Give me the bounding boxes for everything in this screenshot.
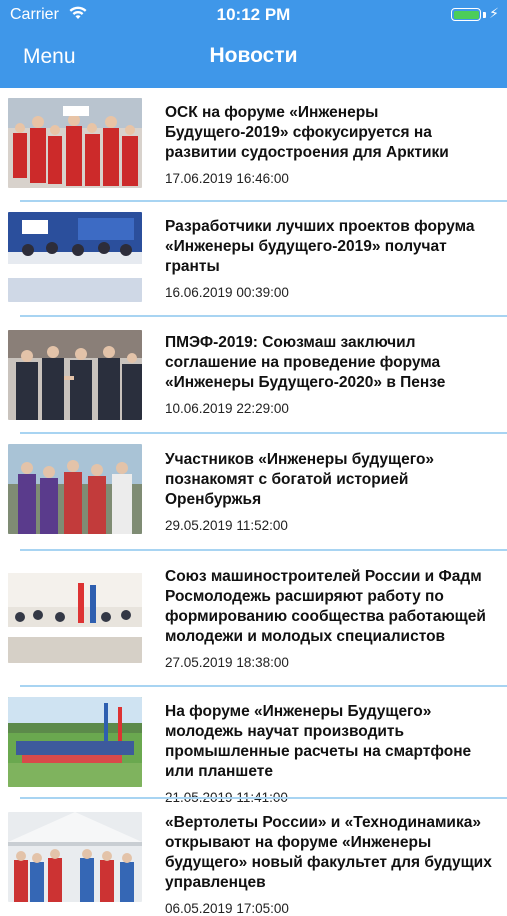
news-title: «Вертолеты России» и «Технодинамика» отк… (165, 814, 492, 891)
navigation-bar: Menu Новости (0, 32, 507, 88)
news-item[interactable]: Разработчики лучших проектов форума «Инж… (0, 202, 507, 317)
news-item[interactable]: Союз машиностроителей России и Фадм Росм… (0, 551, 507, 687)
news-item[interactable]: На форуме «Инженеры Будущего» молодежь н… (0, 687, 507, 805)
news-item[interactable]: «Вертолеты России» и «Технодинамика» отк… (0, 800, 507, 916)
news-date: 29.05.2019 11:52:00 (165, 518, 288, 533)
battery-icon (451, 8, 481, 21)
page-title: Новости (209, 44, 298, 67)
news-title: Участников «Инженеры будущего» познакомя… (165, 451, 435, 508)
news-item[interactable]: ПМЭФ-2019: Союзмаш заключил соглашение н… (0, 317, 507, 434)
news-date: 27.05.2019 18:38:00 (165, 655, 289, 670)
news-date: 06.05.2019 17:05:00 (165, 901, 289, 916)
charging-bolt-icon: ⚡ (489, 5, 499, 21)
news-thumbnail (8, 812, 142, 902)
news-title: ПМЭФ-2019: Союзмаш заключил соглашение н… (165, 334, 446, 391)
news-title: Союз машиностроителей России и Фадм Росм… (165, 568, 486, 645)
row-separator (20, 797, 507, 799)
news-text: Участников «Инженеры будущего» познакомя… (165, 450, 495, 533)
news-thumbnail (8, 98, 142, 188)
news-item[interactable]: Участников «Инженеры будущего» познакомя… (0, 434, 507, 551)
news-thumbnail (8, 212, 142, 302)
news-item[interactable]: ОСК на форуме «Инженеры Будущего-2019» с… (0, 88, 507, 202)
news-text: ПМЭФ-2019: Союзмаш заключил соглашение н… (165, 333, 495, 416)
news-date: 17.06.2019 16:46:00 (165, 171, 289, 186)
status-bar: Carrier 10:12 PM ⚡ (0, 0, 507, 32)
news-title: Разработчики лучших проектов форума «Инж… (165, 218, 475, 275)
news-thumbnail (8, 573, 142, 663)
news-thumbnail (8, 330, 142, 420)
news-text: Разработчики лучших проектов форума «Инж… (165, 217, 495, 300)
news-date: 16.06.2019 00:39:00 (165, 285, 289, 300)
status-time: 10:12 PM (216, 5, 291, 24)
news-date: 10.06.2019 22:29:00 (165, 401, 289, 416)
news-text: Союз машиностроителей России и Фадм Росм… (165, 567, 495, 670)
news-title: На форуме «Инженеры Будущего» молодежь н… (165, 703, 472, 780)
news-title: ОСК на форуме «Инженеры Будущего-2019» с… (165, 104, 449, 161)
battery-tip (483, 12, 486, 18)
news-text: На форуме «Инженеры Будущего» молодежь н… (165, 702, 495, 805)
news-thumbnail (8, 697, 142, 787)
news-text: «Вертолеты России» и «Технодинамика» отк… (165, 813, 495, 916)
news-thumbnail (8, 444, 142, 534)
top-bar: Carrier 10:12 PM ⚡ Menu Новости (0, 0, 507, 88)
news-text: ОСК на форуме «Инженеры Будущего-2019» с… (165, 103, 495, 186)
